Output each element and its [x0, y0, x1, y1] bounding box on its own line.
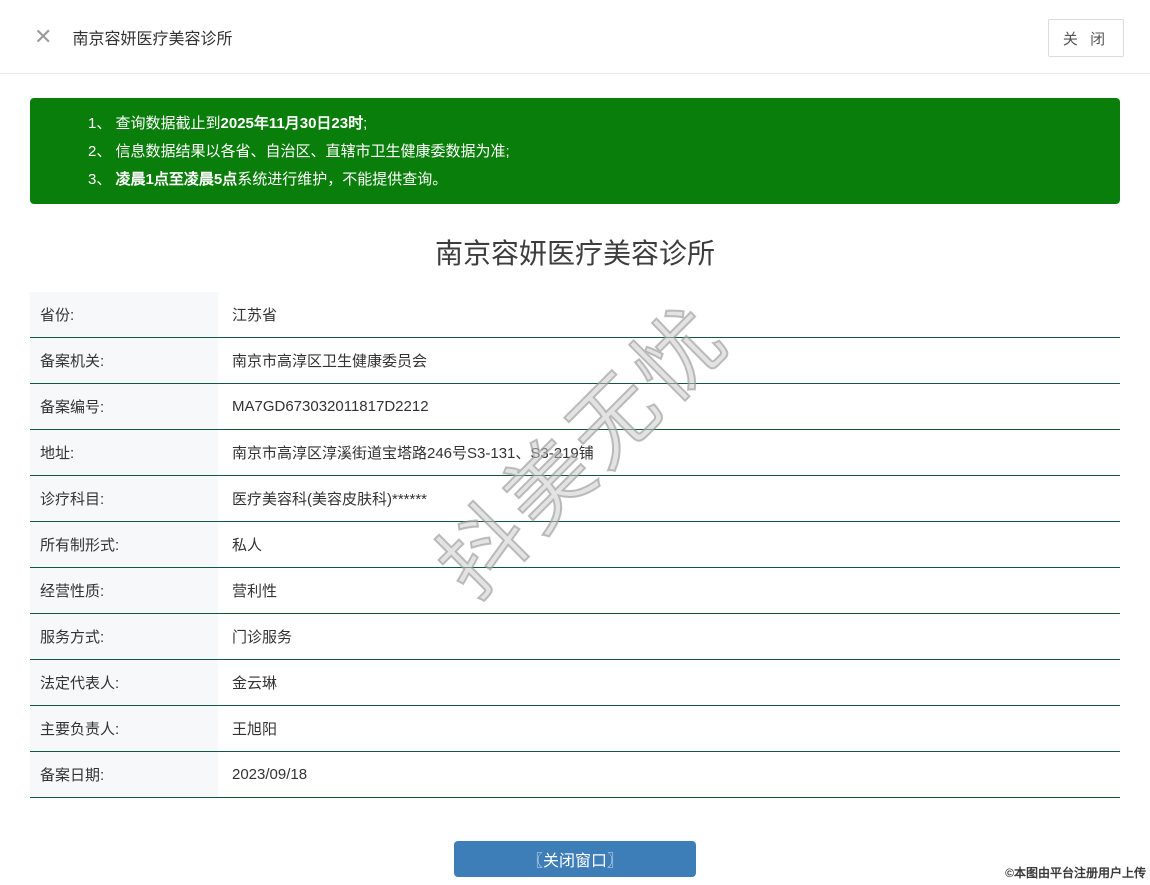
close-button[interactable]: 关 闭	[1048, 19, 1124, 57]
header-bar: ✕ 南京容妍医疗美容诊所 关 闭	[0, 0, 1150, 74]
copyright-note: ©本图由平台注册用户上传	[1005, 866, 1146, 880]
query-result-window: ✕ 南京容妍医疗美容诊所 关 闭 1、 查询数据截止到2025年11月30日23…	[0, 0, 1150, 885]
notice-text: 2、 信息数据结果以各省、自治区、直辖市卫生健康委数据为准;	[88, 143, 510, 160]
button-row: 〖关闭窗口〗	[0, 841, 1150, 877]
table-row-address: 地址: 南京市高淳区淳溪街道宝塔路246号S3-131、S3-219铺	[30, 430, 1120, 476]
field-label: 备案编号:	[30, 384, 218, 429]
field-value: 江苏省	[218, 292, 1120, 337]
field-label: 服务方式:	[30, 614, 218, 659]
page-title: 南京容妍医疗美容诊所	[434, 238, 715, 269]
notice-bold-text: 凌晨1点至凌晨5点	[115, 171, 238, 188]
close-icon[interactable]: ✕	[34, 25, 52, 48]
window-title: 南京容妍医疗美容诊所	[72, 30, 233, 48]
notice-text: ;	[363, 115, 368, 132]
field-value: 2023/09/18	[218, 752, 1120, 797]
notice-item-3: 3、 凌晨1点至凌晨5点系统进行维护，不能提供查询。	[88, 166, 1100, 194]
notice-banner: 1、 查询数据截止到2025年11月30日23时; 2、 信息数据结果以各省、自…	[30, 98, 1120, 204]
field-value: 门诊服务	[218, 614, 1120, 659]
table-row-filing-date: 备案日期: 2023/09/18	[30, 752, 1120, 798]
notice-text: 3、	[88, 171, 116, 188]
field-value: 南京市高淳区淳溪街道宝塔路246号S3-131、S3-219铺	[218, 430, 1120, 475]
table-row-province: 省份: 江苏省	[30, 292, 1120, 338]
notice-bold-text: 2025年11月30日23时	[220, 115, 364, 132]
notice-item-1: 1、 查询数据截止到2025年11月30日23时;	[88, 110, 1100, 138]
field-value: 王旭阳	[218, 706, 1120, 751]
notice-text: 系统进行维护，不能提供查询。	[237, 171, 448, 188]
field-value: 南京市高淳区卫生健康委员会	[218, 338, 1120, 383]
field-value: 医疗美容科(美容皮肤科)******	[218, 476, 1120, 521]
field-label: 所有制形式:	[30, 522, 218, 567]
field-label: 主要负责人:	[30, 706, 218, 751]
info-table: 省份: 江苏省 备案机关: 南京市高淳区卫生健康委员会 备案编号: MA7GD6…	[30, 292, 1120, 798]
close-window-button[interactable]: 〖关闭窗口〗	[454, 841, 696, 877]
field-value: 营利性	[218, 568, 1120, 613]
field-value: MA7GD673032011817D2212	[218, 384, 1120, 429]
table-row-ownership: 所有制形式: 私人	[30, 522, 1120, 568]
field-label: 法定代表人:	[30, 660, 218, 705]
table-row-filing-number: 备案编号: MA7GD673032011817D2212	[30, 384, 1120, 430]
field-value: 私人	[218, 522, 1120, 567]
notice-item-2: 2、 信息数据结果以各省、自治区、直辖市卫生健康委数据为准;	[88, 138, 1100, 166]
table-row-operating-nature: 经营性质: 营利性	[30, 568, 1120, 614]
field-label: 备案日期:	[30, 752, 218, 797]
table-row-principal: 主要负责人: 王旭阳	[30, 706, 1120, 752]
table-row-service-mode: 服务方式: 门诊服务	[30, 614, 1120, 660]
table-row-legal-representative: 法定代表人: 金云琳	[30, 660, 1120, 706]
table-row-medical-subjects: 诊疗科目: 医疗美容科(美容皮肤科)******	[30, 476, 1120, 522]
table-row-filing-authority: 备案机关: 南京市高淳区卫生健康委员会	[30, 338, 1120, 384]
field-label: 地址:	[30, 430, 218, 475]
field-label: 经营性质:	[30, 568, 218, 613]
field-label: 诊疗科目:	[30, 476, 218, 521]
notice-text: 1、 查询数据截止到	[88, 115, 221, 132]
field-label: 备案机关:	[30, 338, 218, 383]
field-label: 省份:	[30, 292, 218, 337]
field-value: 金云琳	[218, 660, 1120, 705]
